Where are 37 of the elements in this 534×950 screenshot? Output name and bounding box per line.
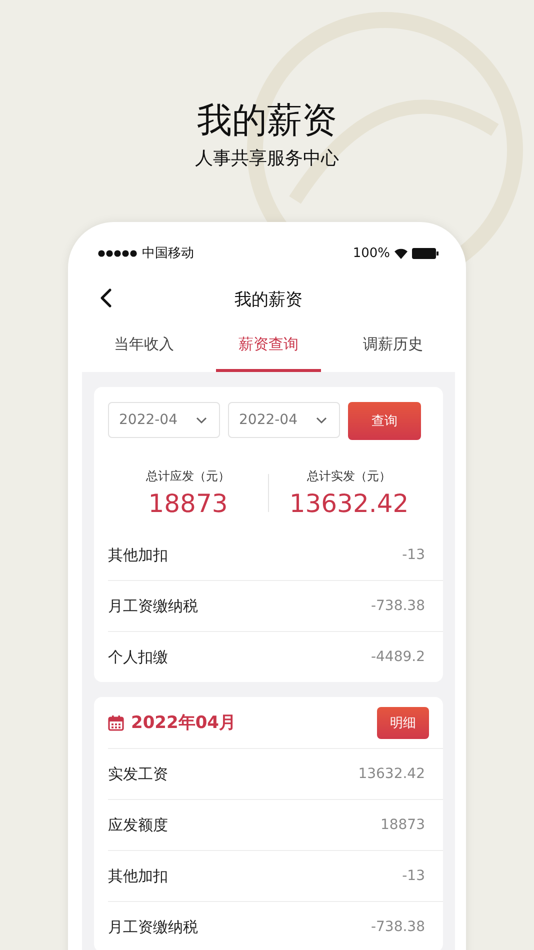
carrier-name: 中国移动 (142, 245, 194, 262)
signal-icon (98, 250, 138, 256)
item-label: 月工资缴纳税 (108, 596, 198, 616)
page-title: 我的薪资 (197, 100, 337, 143)
item-amount: 13632.42 (358, 766, 425, 782)
screen-title: 我的薪资 (234, 288, 302, 310)
back-icon[interactable] (100, 288, 112, 308)
detail-button[interactable]: 明细 (377, 706, 429, 738)
query-button[interactable]: 查询 (348, 402, 421, 440)
item-amount: -13 (402, 868, 425, 884)
item-amount: -738.38 (370, 598, 425, 614)
month-title: 2022年04月 (131, 712, 236, 734)
tab[interactable]: 调薪历史 (340, 326, 445, 372)
chevron-down-icon (316, 416, 327, 424)
chevron-down-icon (196, 416, 207, 424)
item-amount: 18873 (380, 817, 425, 833)
wifi-icon (394, 248, 408, 258)
item-label: 其他加扣 (108, 866, 168, 886)
total-label: 总计实发（元） (306, 468, 392, 485)
page-subtitle: 人事共享服务中心 (195, 147, 339, 170)
item-label: 应发额度 (108, 816, 168, 834)
item-amount: -738.38 (370, 919, 425, 935)
calendar-icon (108, 714, 124, 730)
item-amount: -4489.2 (370, 649, 425, 665)
item-label: 实发工资 (108, 764, 168, 784)
item-label: 月工资缴纳税 (108, 918, 198, 936)
end-month-select[interactable]: 2022-04 (228, 402, 340, 438)
tab[interactable]: 当年收入 (92, 326, 196, 372)
battery-icon (412, 248, 439, 258)
total-label: 总计应发（元） (145, 468, 231, 485)
total-amount: 18873 (147, 489, 229, 518)
item-amount: -13 (402, 547, 425, 563)
battery-percent: 100% (352, 246, 390, 260)
item-label: 个人扣缴 (108, 648, 168, 666)
total-amount: 13632.42 (288, 489, 410, 518)
start-month-select[interactable]: 2022-04 (108, 402, 220, 438)
item-label: 其他加扣 (108, 546, 168, 564)
